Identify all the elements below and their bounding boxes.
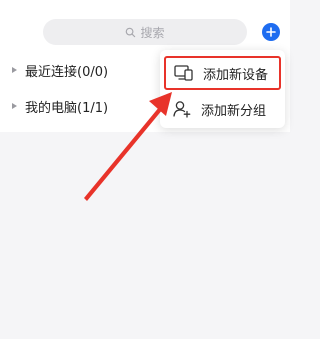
devices-icon <box>174 63 194 83</box>
menu-item-add-group[interactable]: 添加新分组 <box>164 92 281 126</box>
plus-icon <box>266 27 276 37</box>
top-bar: 搜索 <box>0 0 290 52</box>
search-icon <box>126 27 136 37</box>
menu-item-label: 添加新设备 <box>203 67 269 83</box>
add-button[interactable] <box>262 23 280 41</box>
menu-item-label: 添加新分组 <box>201 103 267 119</box>
expand-caret-icon[interactable] <box>12 67 17 73</box>
group-label: 我的电脑(1/1) <box>25 100 109 116</box>
search-input[interactable]: 搜索 <box>43 19 247 45</box>
add-dropdown-menu: 添加新设备 添加新分组 <box>160 50 285 128</box>
add-person-icon <box>172 99 192 119</box>
search-placeholder: 搜索 <box>140 25 165 40</box>
menu-item-add-device[interactable]: 添加新设备 <box>164 56 281 90</box>
group-label: 最近连接(0/0) <box>25 64 109 80</box>
expand-caret-icon[interactable] <box>12 103 17 109</box>
